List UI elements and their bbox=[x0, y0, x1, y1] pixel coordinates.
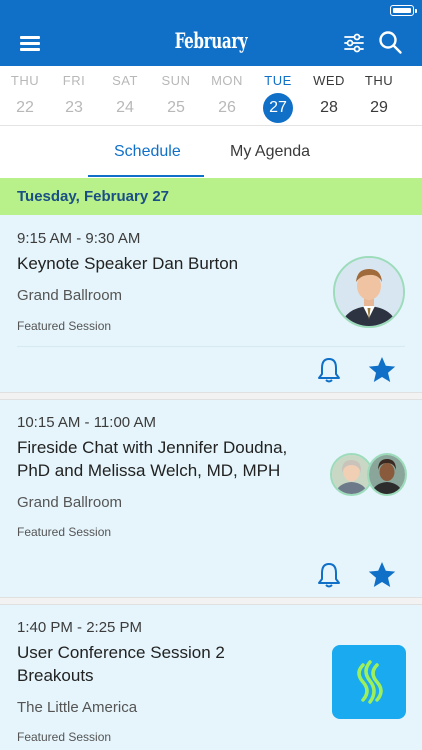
menu-icon[interactable] bbox=[20, 34, 42, 52]
day-name: THU bbox=[10, 73, 40, 88]
status-bar bbox=[0, 0, 422, 20]
date-tue-27-selected[interactable]: TUE 27 bbox=[253, 66, 303, 126]
search-icon[interactable] bbox=[377, 29, 403, 55]
tab-my-agenda[interactable]: My Agenda bbox=[230, 143, 310, 161]
date-thu-22[interactable]: THU 22 bbox=[0, 66, 50, 126]
session-card[interactable]: 1:40 PM - 2:25 PM User Conference Sessio… bbox=[0, 605, 422, 750]
date-thu-29[interactable]: THU 29 bbox=[354, 66, 404, 126]
card-separator bbox=[0, 597, 422, 605]
star-icon[interactable] bbox=[367, 355, 397, 385]
session-title: Fireside Chat with Jennifer Doudna, PhD … bbox=[17, 438, 288, 480]
session-tag: Featured Session bbox=[17, 730, 112, 744]
active-tab-indicator bbox=[88, 175, 204, 177]
session-room: The Little America bbox=[17, 699, 138, 716]
star-icon[interactable] bbox=[367, 560, 397, 590]
day-number: 28 bbox=[320, 99, 338, 116]
day-number: 24 bbox=[116, 99, 134, 116]
session-card[interactable]: 10:15 AM - 11:00 AM Fireside Chat with J… bbox=[0, 400, 422, 597]
day-name: SUN bbox=[161, 73, 191, 88]
flame-logo-icon bbox=[332, 645, 406, 719]
session-time: 1:40 PM - 2:25 PM bbox=[17, 619, 143, 636]
session-room: Grand Ballroom bbox=[17, 287, 123, 304]
session-title: User Conference Session 2 Breakouts bbox=[17, 643, 225, 685]
day-number: 23 bbox=[65, 99, 83, 116]
day-header-label: Tuesday, February 27 bbox=[17, 188, 170, 205]
day-number: 22 bbox=[16, 99, 34, 116]
divider bbox=[17, 346, 405, 347]
day-number: 26 bbox=[218, 99, 236, 116]
card-separator bbox=[0, 392, 422, 400]
date-sat-24[interactable]: SAT 24 bbox=[100, 66, 150, 126]
day-number: 29 bbox=[370, 99, 388, 116]
session-room: Grand Ballroom bbox=[17, 494, 123, 511]
speaker-avatar bbox=[367, 453, 407, 496]
filter-sliders-icon[interactable] bbox=[342, 31, 366, 55]
page-title: February bbox=[174, 28, 248, 53]
date-wed-28[interactable]: WED 28 bbox=[304, 66, 354, 126]
date-fri-23[interactable]: FRI 23 bbox=[49, 66, 99, 126]
day-number: 25 bbox=[167, 99, 185, 116]
day-name: MON bbox=[211, 73, 243, 88]
date-sun-25[interactable]: SUN 25 bbox=[151, 66, 201, 126]
day-name: FRI bbox=[62, 73, 86, 88]
day-name: TUE bbox=[264, 73, 292, 88]
session-tag: Featured Session bbox=[17, 525, 112, 539]
session-tag: Featured Session bbox=[17, 319, 112, 333]
day-section-header: Tuesday, February 27 bbox=[0, 178, 422, 215]
speaker-avatar bbox=[333, 256, 405, 328]
session-time: 10:15 AM - 11:00 AM bbox=[17, 414, 156, 431]
date-strip: THU 22 FRI 23 SAT 24 SUN 25 MON 26 TUE 2… bbox=[0, 66, 422, 126]
day-name: SAT bbox=[112, 73, 138, 88]
day-name: THU bbox=[364, 73, 394, 88]
session-title: Keynote Speaker Dan Burton bbox=[17, 254, 239, 273]
tab-bar: Schedule My Agenda bbox=[0, 126, 422, 178]
bell-icon[interactable] bbox=[314, 355, 344, 385]
day-name: WED bbox=[313, 73, 345, 88]
day-number: 27 bbox=[263, 93, 293, 123]
bell-icon[interactable] bbox=[314, 560, 344, 590]
battery-icon bbox=[390, 5, 417, 16]
date-mon-26[interactable]: MON 26 bbox=[202, 66, 252, 126]
session-time: 9:15 AM - 9:30 AM bbox=[17, 230, 141, 247]
session-card[interactable]: 9:15 AM - 9:30 AM Keynote Speaker Dan Bu… bbox=[0, 215, 422, 392]
app-bar: February bbox=[0, 20, 422, 66]
tab-schedule[interactable]: Schedule bbox=[114, 143, 181, 161]
